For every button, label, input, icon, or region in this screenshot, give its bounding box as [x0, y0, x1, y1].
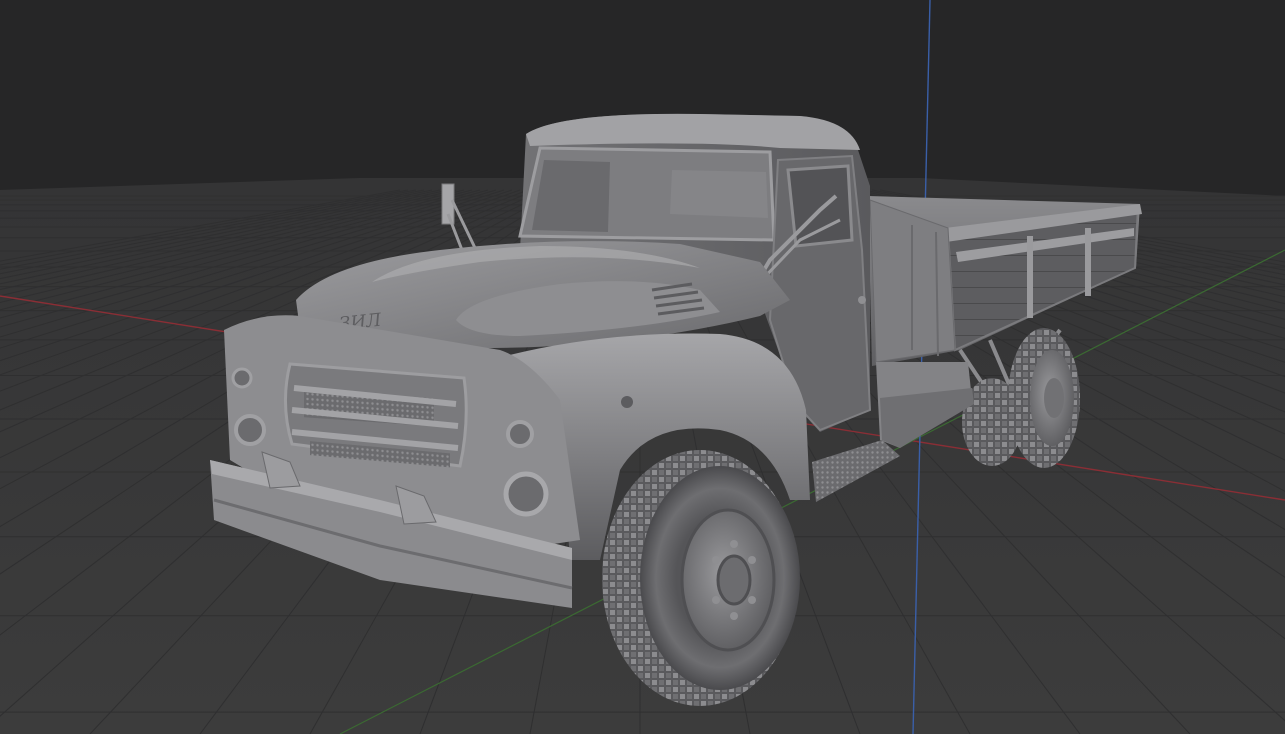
headlight-right	[503, 471, 549, 517]
3d-viewport[interactable]: ЗИЛ	[0, 0, 1285, 734]
radiator-grille	[284, 362, 468, 468]
viewport-canvas[interactable]: ЗИЛ	[0, 0, 1285, 734]
headlight-left	[234, 414, 266, 446]
